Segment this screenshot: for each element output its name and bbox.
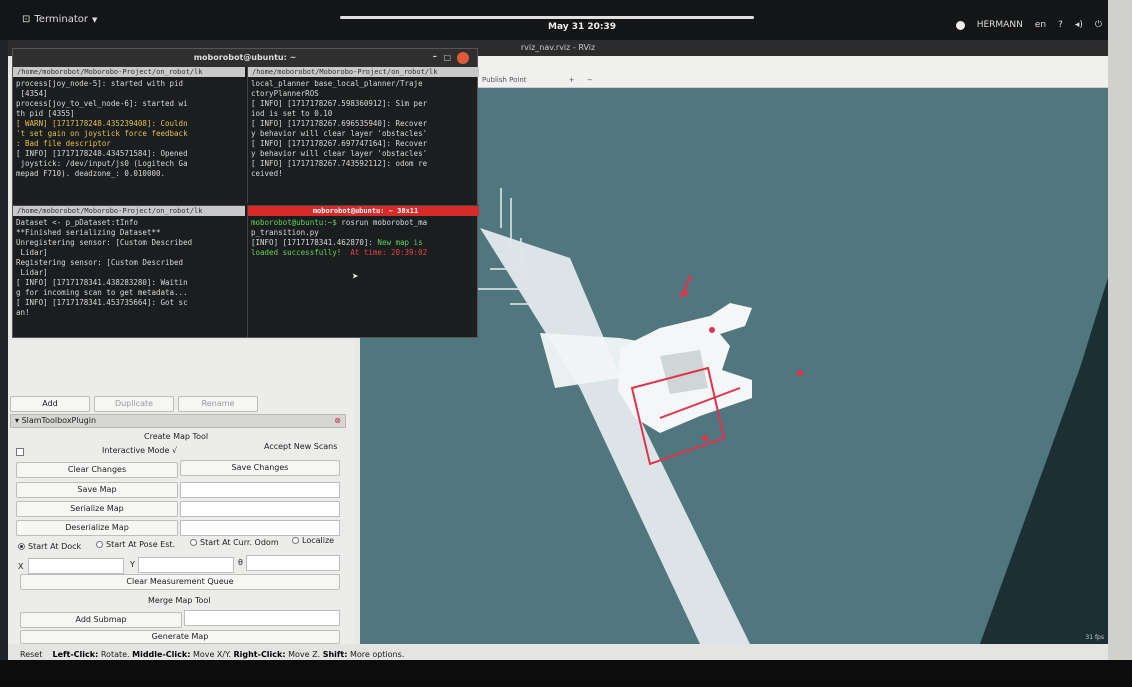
maximize-icon[interactable]: □ xyxy=(443,53,451,62)
rviz-toolbar: Publish Point + − xyxy=(478,56,1108,88)
terminator-titlebar: moborobot@ubuntu: ~ – □ xyxy=(13,49,477,67)
plus-icon[interactable]: + xyxy=(569,76,575,84)
x-field[interactable] xyxy=(28,558,124,574)
duplicate-button[interactable]: Duplicate xyxy=(94,396,174,412)
status-dot-icon xyxy=(955,20,965,30)
clear-measurement-queue-button[interactable]: Clear Measurement Queue xyxy=(20,574,340,590)
monitor-edge xyxy=(1108,0,1132,687)
terminal-pane-1[interactable]: /home/moborobot/Moborobo-Project/on_robo… xyxy=(13,67,245,203)
merge-map-tool-label: Merge Map Tool xyxy=(148,596,211,605)
window-divider xyxy=(340,16,754,19)
monitor-bezel xyxy=(0,660,1132,687)
power-icon[interactable]: ⏻ xyxy=(1095,20,1102,30)
status-middle-click: Middle-Click: xyxy=(132,650,191,659)
create-map-tool-label: Create Map Tool xyxy=(144,432,209,441)
deserialize-map-field[interactable] xyxy=(180,520,340,536)
language-indicator[interactable]: en xyxy=(1035,20,1046,30)
y-field[interactable] xyxy=(138,557,234,573)
terminal-pane-2[interactable]: /home/moborobot/Moborobo-Project/on_robo… xyxy=(247,67,479,203)
generate-map-button[interactable]: Generate Map xyxy=(20,630,340,644)
minimize-icon[interactable]: – xyxy=(433,53,438,62)
top-bar: ⊡ Terminator ▼ May 31 20:39 HERMANN en ?… xyxy=(0,0,1132,40)
start-at-curr-odom-radio[interactable]: Start At Curr. Odom xyxy=(190,538,279,547)
theta-label: θ xyxy=(238,558,243,567)
chevron-down-icon: ▼ xyxy=(92,15,98,24)
x-label: X xyxy=(18,562,24,571)
terminal-icon: ⊡ xyxy=(22,14,31,25)
status-right-click: Right-Click: xyxy=(233,650,286,659)
close-icon[interactable]: ⊗ xyxy=(334,415,341,427)
system-tray: HERMANN en ? ◂) ⏻ xyxy=(955,20,1102,30)
interactive-mode-label: Interactive Mode √ xyxy=(102,446,178,455)
mouse-cursor-icon: ➤ xyxy=(352,270,359,283)
pane-header: /home/moborobot/Moborobo-Project/on_robo… xyxy=(248,67,479,77)
publish-point-tool[interactable]: Publish Point xyxy=(482,76,527,84)
localize-radio[interactable]: Localize xyxy=(292,536,334,545)
plugin-title: SlamToolboxPlugin xyxy=(21,416,97,425)
fps-counter: 31 fps xyxy=(1085,634,1104,641)
pane-output: Dataset <- p_pDataset:tInfo **Finished s… xyxy=(16,218,193,317)
start-at-pose-radio[interactable]: Start At Pose Est. xyxy=(96,540,175,549)
save-changes-button[interactable]: Save Changes xyxy=(180,460,340,476)
pane-header: /home/moborobot/Moborobo-Project/on_robo… xyxy=(13,67,245,77)
serialize-map-field[interactable] xyxy=(180,501,340,517)
slam-toolbox-panel: Add Duplicate Rename ▾ SlamToolboxPlugin… xyxy=(8,340,354,644)
app-menu[interactable]: ⊡ Terminator ▼ xyxy=(22,14,97,25)
radio-icon xyxy=(292,537,299,544)
y-label: Y xyxy=(130,560,135,569)
accept-new-scans-label[interactable]: Accept New Scans xyxy=(264,442,337,451)
radio-icon xyxy=(96,541,103,548)
start-at-dock-radio[interactable]: Start At Dock xyxy=(18,542,81,551)
pane-output: local_planner base_local_planner/Traje c… xyxy=(251,79,428,178)
status-shift-value: More options. xyxy=(349,650,405,659)
status-middle-click-value: Move X/Y. xyxy=(192,650,231,659)
terminator-window[interactable]: moborobot@ubuntu: ~ – □ /home/moborobot/… xyxy=(12,48,479,338)
status-shift: Shift: xyxy=(322,650,348,659)
rename-button[interactable]: Rename xyxy=(178,396,258,412)
interactive-mode-checkbox[interactable] xyxy=(16,448,24,456)
app-name: Terminator xyxy=(34,14,89,25)
pane-header-active: moborobot@ubuntu: ~ 38x11 xyxy=(248,206,479,216)
add-submap-button[interactable]: Add Submap xyxy=(20,612,182,628)
terminator-title: moborobot@ubuntu: ~ xyxy=(193,53,297,62)
volume-icon[interactable]: ◂) xyxy=(1075,20,1083,30)
save-map-button[interactable]: Save Map xyxy=(16,482,178,498)
save-map-name-field[interactable] xyxy=(180,482,340,498)
terminal-pane-3[interactable]: /home/moborobot/Moborobo-Project/on_robo… xyxy=(13,205,245,337)
pane-output: moborobot@ubuntu:~$ rosrun moborobot_ma … xyxy=(251,218,428,257)
status-left-click: Left-Click: xyxy=(52,650,99,659)
clear-changes-button[interactable]: Clear Changes xyxy=(16,462,178,478)
add-button[interactable]: Add xyxy=(10,396,90,412)
close-icon[interactable] xyxy=(457,52,469,64)
radio-selected-icon xyxy=(18,543,25,550)
pane-header: /home/moborobot/Moborobo-Project/on_robo… xyxy=(13,206,245,216)
clock[interactable]: May 31 20:39 xyxy=(548,22,616,32)
reset-button[interactable]: Reset xyxy=(20,650,42,659)
submap-field[interactable] xyxy=(184,610,340,626)
terminal-pane-4-active[interactable]: moborobot@ubuntu: ~ 38x11 moborobot@ubun… xyxy=(247,205,479,337)
help-icon[interactable]: ? xyxy=(1058,20,1063,30)
plugin-header: ▾ SlamToolboxPlugin ⊗ xyxy=(10,414,346,428)
theta-field[interactable] xyxy=(246,555,340,571)
status-right-click-value: Move Z. xyxy=(288,650,321,659)
minus-icon[interactable]: − xyxy=(587,76,593,84)
collapse-icon[interactable]: ▾ xyxy=(15,416,19,425)
user-name[interactable]: HERMANN xyxy=(977,20,1023,30)
pane-output: process[joy_node-5]: started with pid [4… xyxy=(16,79,188,178)
radio-icon xyxy=(190,539,197,546)
serialize-map-button[interactable]: Serialize Map xyxy=(16,501,178,517)
deserialize-map-button[interactable]: Deserialize Map xyxy=(16,520,178,536)
status-left-click-value: Rotate. xyxy=(100,650,130,659)
desktop-screen: ⊡ Terminator ▼ May 31 20:39 HERMANN en ?… xyxy=(0,0,1132,687)
